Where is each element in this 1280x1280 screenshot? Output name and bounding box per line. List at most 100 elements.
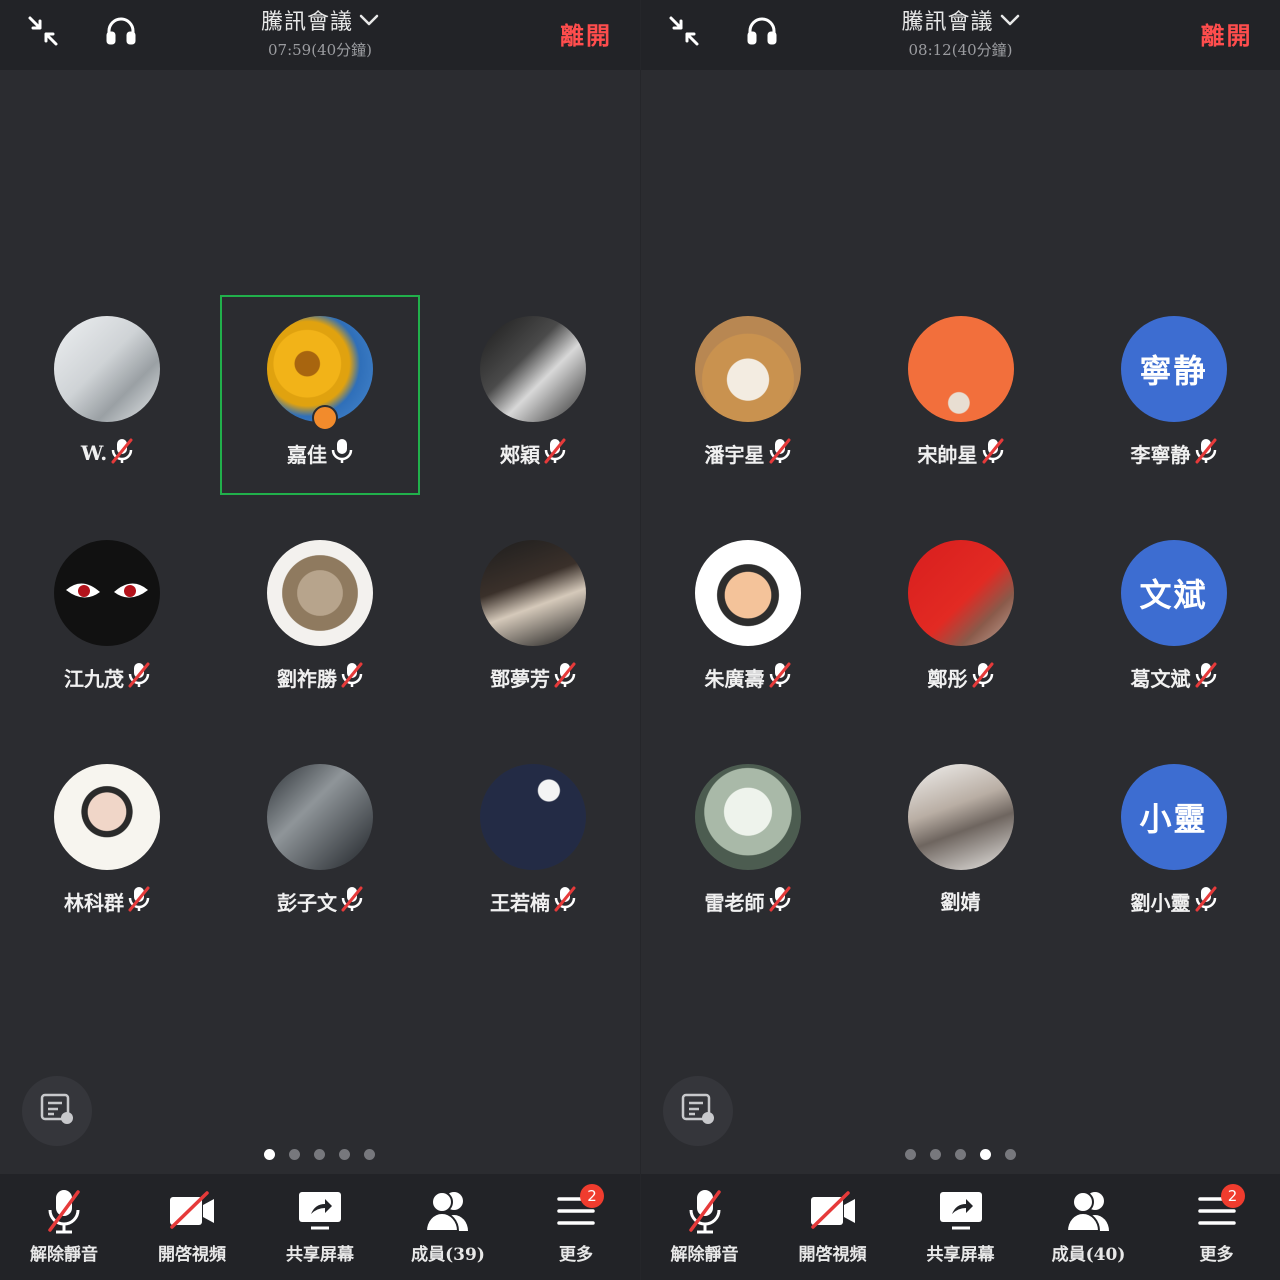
avatar [694,540,801,646]
avatar [907,316,1014,422]
avatar: 小靈 [1120,764,1227,870]
participant-name-row: 劉婧 [861,886,1061,915]
avatar-initials: 小靈 [1139,800,1208,838]
participant-tile[interactable]: 郟穎 [433,316,633,516]
bottom-toolbar: 解除靜音 開啓視頻 共享屏幕 成員(40) 2 更多 [640,1174,1280,1280]
participant-name: 李寧静 [1130,442,1191,467]
unmute-label: 解除靜音 [30,1245,98,1265]
chevron-down-icon [1000,8,1020,33]
avatar [54,540,160,646]
more-button[interactable]: 2 更多 [1153,1174,1280,1280]
meeting-title[interactable]: 騰訊會議 [261,4,379,36]
share-screen-label: 共享屏幕 [286,1245,354,1265]
avatar-initials: 寧静 [1139,352,1208,390]
share-screen-button[interactable]: 共享屏幕 [256,1174,384,1280]
participant-tile[interactable]: 劉祚勝 [220,540,420,740]
participant-tile[interactable]: 潘宇星 [648,316,848,516]
meeting-title[interactable]: 騰訊會議 [901,4,1019,36]
participant-tile[interactable]: 文斌葛文斌 [1074,540,1274,740]
more-label: 更多 [1199,1245,1234,1265]
participant-name-row: 宋帥星 [861,438,1061,468]
members-button[interactable]: 成員(40) [1025,1174,1153,1280]
microphone-muted-icon [554,886,576,916]
participant-tile[interactable]: 鄧夢芳 [433,540,633,740]
page-dot[interactable] [1004,1149,1016,1160]
microphone-muted-icon [341,886,363,916]
leave-button[interactable]: 離開 [1201,16,1253,51]
microphone-muted-icon [128,886,150,916]
participant-name-row: 林科群 [7,886,207,916]
members-icon [424,1188,472,1234]
top-bar: 騰訊會議 07:59(40分鐘) 離開 [0,0,640,70]
microphone-muted-icon [972,662,994,692]
avatar [267,540,373,646]
participant-name-row: 郟穎 [433,438,633,468]
participant-tile[interactable]: 宋帥星 [861,316,1061,516]
microphone-muted-icon [1195,662,1217,692]
page-indicator [0,1149,640,1160]
participant-tile[interactable]: 寧静李寧静 [1074,316,1274,516]
participant-tile[interactable]: 雷老師 [648,764,848,964]
avatar [480,764,586,870]
more-button[interactable]: 2 更多 [512,1174,640,1280]
microphone-muted-icon [128,662,150,692]
bottom-toolbar: 解除靜音 開啓視頻 共享屏幕 成員(39) 2 更多 [0,1174,640,1280]
notification-badge: 2 [580,1184,604,1208]
avatar: 文斌 [1120,540,1227,646]
microphone-icon [331,438,353,468]
page-dot[interactable] [314,1149,326,1160]
meeting-title-text: 騰訊會議 [901,10,994,35]
chat-icon [680,1092,716,1130]
participant-name-row: 彭子文 [220,886,420,916]
microphone-muted-icon [554,662,576,692]
participant-name-row: 葛文斌 [1074,662,1274,692]
page-dot[interactable] [364,1149,376,1160]
participant-name: 葛文斌 [1130,666,1191,691]
chat-button[interactable] [662,1076,733,1146]
page-indicator [641,1149,1280,1160]
participant-name: 鄧夢芳 [490,666,550,691]
page-dot[interactable] [979,1149,991,1160]
page-dot[interactable] [954,1149,966,1160]
share-screen-button[interactable]: 共享屏幕 [897,1174,1025,1280]
page-dot[interactable] [339,1149,351,1160]
unmute-button[interactable]: 解除靜音 [0,1174,128,1280]
members-button[interactable]: 成員(39) [384,1174,512,1280]
participant-tile[interactable]: 嘉佳 [220,295,420,495]
meeting-timer: 07:59(40分鐘) [267,41,373,59]
start-video-label: 開啓視頻 [798,1245,867,1265]
participant-name-row: W. [7,438,207,468]
participant-tile[interactable]: 小靈 劉小靈 [1074,764,1274,964]
participant-tile[interactable]: 劉婧 [861,764,1061,964]
participant-name: 朱廣壽 [704,666,765,691]
participant-tile[interactable]: 林科群 [7,764,207,964]
participant-tile[interactable]: 朱廣壽 [648,540,848,740]
start-video-button[interactable]: 開啓視頻 [128,1174,256,1280]
meeting-info: 騰訊會議 08:12(40分鐘) [641,4,1280,60]
participant-tile[interactable]: 王若楠 [433,764,633,964]
avatar [480,316,586,422]
avatar [907,540,1014,646]
avatar [694,764,801,870]
participant-tile[interactable]: W. [7,316,207,516]
participant-tile[interactable]: 江九茂 [7,540,207,740]
participant-name: 嘉佳 [287,442,327,467]
participant-name: 彭子文 [277,890,337,915]
unmute-label: 解除靜音 [670,1245,739,1265]
page-dot[interactable] [929,1149,941,1160]
leave-button[interactable]: 離開 [560,16,612,51]
microphone-muted-icon [1195,438,1217,468]
participant-name: 劉祚勝 [277,666,337,691]
start-video-button[interactable]: 開啓視頻 [769,1174,897,1280]
page-dot[interactable] [904,1149,916,1160]
page-dot[interactable] [264,1149,276,1160]
participant-tile[interactable]: 彭子文 [220,764,420,964]
participant-tile[interactable]: 鄭彤 [861,540,1061,740]
participant-name: 林科群 [64,890,124,915]
chat-button[interactable] [22,1076,92,1146]
unmute-button[interactable]: 解除靜音 [641,1174,769,1280]
chevron-down-icon [359,8,379,33]
page-dot[interactable] [289,1149,301,1160]
participant-name-row: 鄧夢芳 [433,662,633,692]
host-icon [312,405,338,431]
